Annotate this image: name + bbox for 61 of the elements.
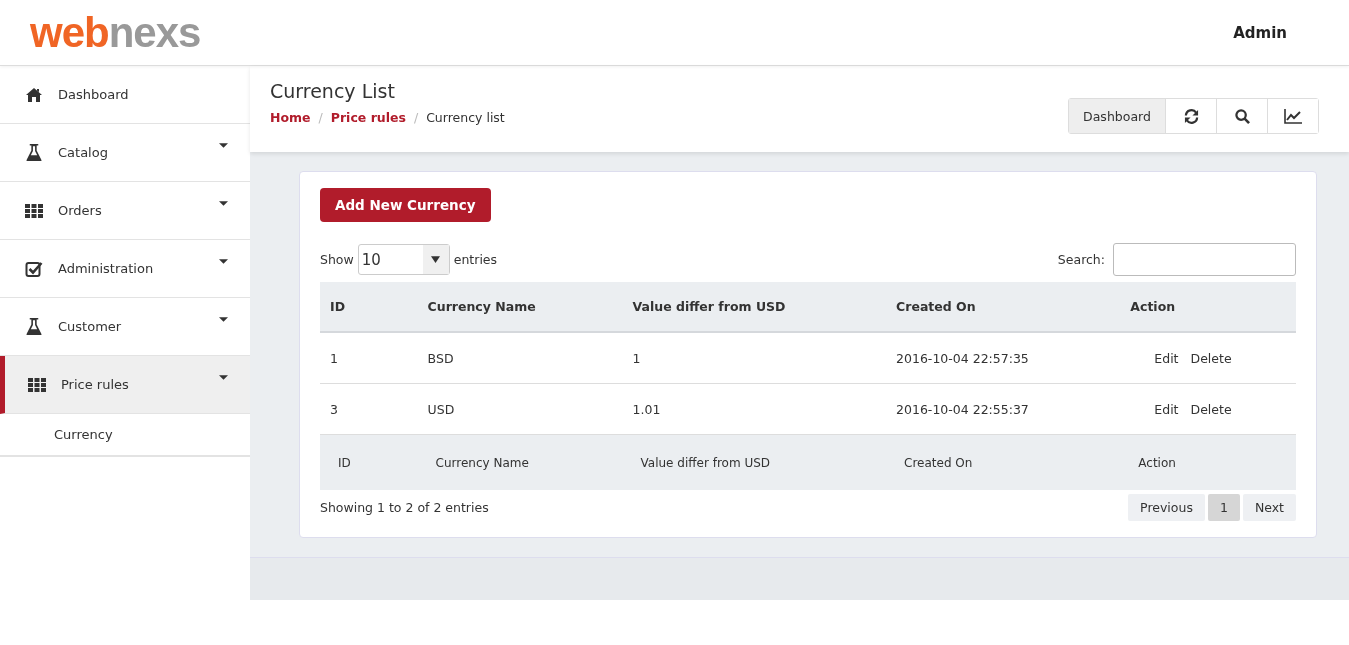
table-cell: 1.01	[632, 401, 661, 417]
breadcrumb-current: Currency list	[426, 110, 505, 125]
edit-link[interactable]: Edit	[1154, 350, 1179, 366]
chart-button[interactable]	[1267, 99, 1318, 133]
column-footer: Value differ from USD	[640, 455, 771, 470]
grid-icon	[24, 203, 44, 218]
column-header[interactable]: Value differ from USD	[632, 299, 786, 314]
breadcrumb-separator: /	[413, 110, 419, 125]
entries-label: entries	[453, 252, 498, 267]
table-cell: 1	[330, 350, 338, 366]
column-footer: ID	[338, 455, 351, 470]
column-header[interactable]: Currency Name	[427, 299, 536, 314]
refresh-icon	[1183, 108, 1199, 124]
search-icon	[1234, 108, 1250, 124]
column-footer: Created On	[904, 455, 973, 470]
breadcrumb-separator: /	[318, 110, 323, 125]
edit-link[interactable]: Edit	[1154, 401, 1179, 417]
sidebar-item[interactable]: Price rules	[0, 356, 250, 414]
delete-link[interactable]: Delete	[1190, 350, 1232, 366]
breadcrumb-link[interactable]: Price rules	[330, 110, 406, 125]
delete-link[interactable]: Delete	[1190, 401, 1232, 417]
checkbox-icon	[24, 260, 44, 277]
sidebar-label: Dashboard	[58, 87, 130, 102]
entries-info: Showing 1 to 2 of 2 entries	[320, 500, 489, 515]
table-cell: BSD	[427, 350, 454, 366]
grid-icon	[27, 377, 47, 392]
sidebar-label: Customer	[58, 319, 123, 334]
column-header[interactable]: ID	[330, 299, 346, 314]
page-title: Currency List	[270, 80, 396, 102]
column-footer: Currency Name	[435, 455, 529, 470]
flask-icon	[24, 144, 44, 161]
pagination-button[interactable]: Next	[1242, 494, 1296, 521]
sidebar-label: Administration	[58, 261, 155, 276]
table-cell: 1	[632, 350, 641, 366]
sidebar-label: Catalog	[58, 145, 109, 160]
table-cell: USD	[427, 401, 455, 417]
logo: webnexs	[30, 11, 201, 54]
sidebar-item[interactable]: Catalog	[0, 124, 250, 182]
pagination-button[interactable]: 1	[1207, 494, 1240, 521]
flask-icon	[24, 318, 44, 335]
sidebar-label: Orders	[58, 203, 103, 218]
pagination-button[interactable]: Previous	[1128, 494, 1205, 521]
table-cell: 3	[330, 401, 338, 417]
column-header[interactable]: Created On	[896, 299, 976, 314]
search-label: Search:	[1057, 252, 1105, 267]
search-field[interactable]	[1113, 243, 1296, 276]
add-currency-button[interactable]: Add New Currency	[320, 188, 491, 222]
dashboard-button[interactable]: Dashboard	[1069, 99, 1165, 133]
sidebar-label: Price rules	[61, 377, 130, 392]
dropdown-arrow-icon	[431, 256, 441, 263]
user-name[interactable]: Admin	[1233, 23, 1287, 42]
line-chart-icon	[1284, 108, 1302, 124]
table-cell: 2016-10-04 22:57:35	[896, 350, 1029, 366]
column-header[interactable]: Action	[1130, 299, 1176, 314]
show-label: Show	[320, 252, 354, 267]
home-icon	[24, 87, 44, 102]
sidebar-item[interactable]: Dashboard	[0, 66, 250, 124]
page-size-select[interactable]: 10	[357, 244, 450, 275]
table-cell: 2016-10-04 22:55:37	[896, 401, 1029, 417]
breadcrumb-link[interactable]: Home	[270, 110, 311, 125]
column-footer: Action	[1138, 455, 1176, 470]
